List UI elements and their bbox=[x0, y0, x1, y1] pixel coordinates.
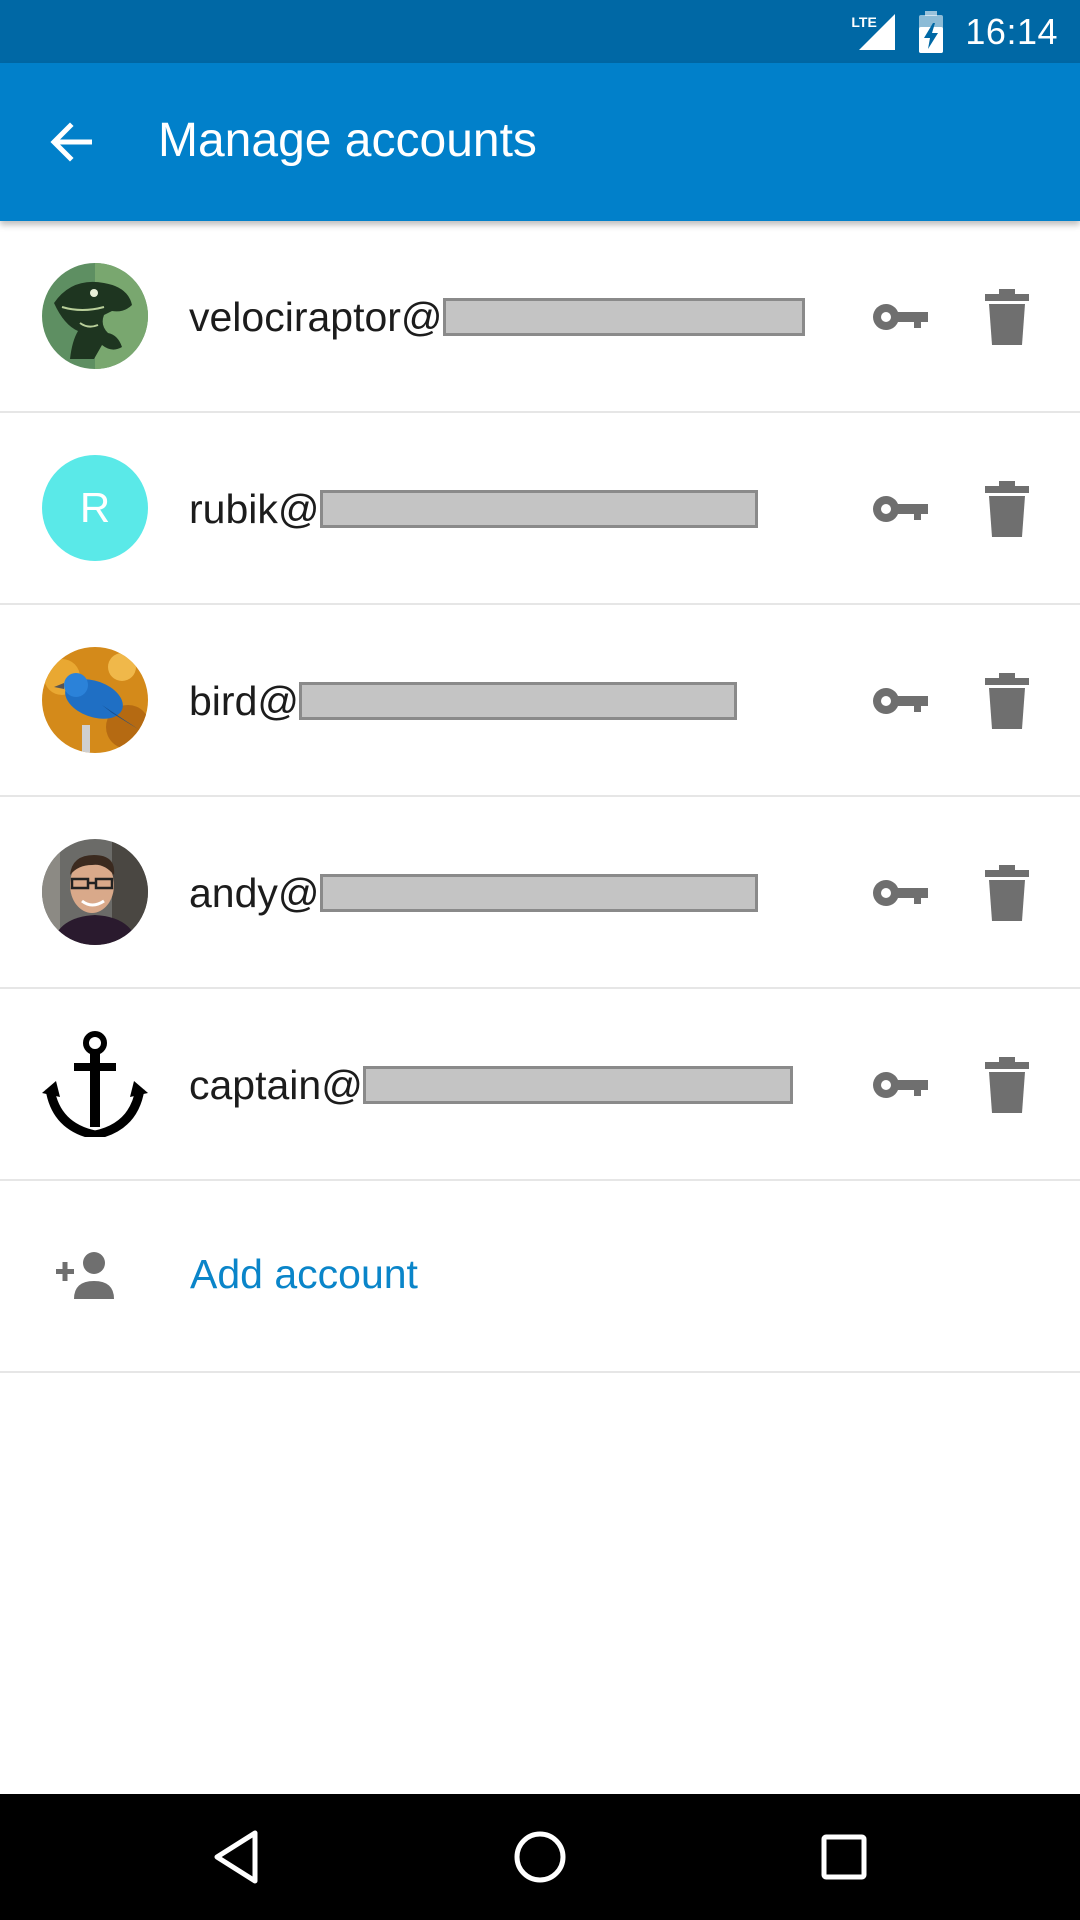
circle-home-icon bbox=[514, 1831, 566, 1883]
redacted-domain bbox=[299, 682, 737, 720]
redacted-domain bbox=[319, 874, 758, 912]
nav-recents-button[interactable] bbox=[809, 1822, 879, 1892]
account-email: rubik@ bbox=[189, 483, 758, 535]
account-email: andy@ bbox=[189, 867, 758, 919]
avatar[interactable] bbox=[42, 263, 148, 369]
email-username: bird@ bbox=[189, 677, 299, 724]
account-row: R rubik@ bbox=[0, 413, 1080, 605]
change-password-button[interactable] bbox=[865, 1055, 935, 1115]
change-password-button[interactable] bbox=[865, 287, 935, 347]
change-password-button[interactable] bbox=[865, 479, 935, 539]
account-row: velociraptor@ bbox=[0, 221, 1080, 413]
trash-icon bbox=[985, 481, 1029, 537]
trash-icon bbox=[985, 289, 1029, 345]
nav-back-button[interactable] bbox=[201, 1822, 271, 1892]
trash-icon bbox=[985, 673, 1029, 729]
bird-image bbox=[42, 647, 148, 753]
account-row: andy@ bbox=[0, 797, 1080, 989]
trash-icon bbox=[985, 1057, 1029, 1113]
avatar[interactable] bbox=[42, 1031, 148, 1137]
delete-account-button[interactable] bbox=[976, 1049, 1038, 1121]
redacted-domain bbox=[319, 490, 758, 528]
delete-account-button[interactable] bbox=[976, 665, 1038, 737]
avatar[interactable]: R bbox=[42, 455, 148, 561]
account-row: captain@ bbox=[0, 989, 1080, 1181]
change-password-button[interactable] bbox=[865, 671, 935, 731]
raptor-image bbox=[42, 263, 148, 369]
navigation-bar bbox=[0, 1794, 1080, 1920]
person-photo bbox=[42, 839, 148, 945]
nav-home-button[interactable] bbox=[505, 1822, 575, 1892]
change-password-button[interactable] bbox=[865, 863, 935, 923]
redacted-domain bbox=[442, 298, 805, 336]
email-username: rubik@ bbox=[189, 485, 320, 532]
email-username: captain@ bbox=[189, 1061, 363, 1108]
redacted-domain bbox=[362, 1066, 793, 1104]
status-icons: LTE 16:14 bbox=[851, 8, 1058, 56]
key-icon bbox=[873, 1072, 928, 1098]
delete-account-button[interactable] bbox=[976, 281, 1038, 353]
key-icon bbox=[873, 304, 928, 330]
account-email: velociraptor@ bbox=[189, 291, 805, 343]
trash-icon bbox=[985, 865, 1029, 921]
key-icon bbox=[873, 880, 928, 906]
person-add-icon bbox=[56, 1252, 114, 1299]
avatar[interactable] bbox=[42, 647, 148, 753]
arrow-back-icon bbox=[50, 122, 92, 162]
status-time: 16:14 bbox=[965, 11, 1058, 52]
battery-charging-icon bbox=[919, 11, 944, 53]
add-account-link[interactable]: Add account bbox=[190, 1251, 418, 1298]
delete-account-button[interactable] bbox=[976, 473, 1038, 545]
lte-signal-icon: LTE bbox=[851, 12, 899, 52]
back-button[interactable] bbox=[34, 105, 108, 179]
status-bar: LTE 16:14 bbox=[0, 0, 1080, 63]
account-email: bird@ bbox=[189, 675, 737, 727]
key-icon bbox=[873, 496, 928, 522]
account-row: bird@ bbox=[0, 605, 1080, 797]
delete-account-button[interactable] bbox=[976, 857, 1038, 929]
app-bar: Manage accounts bbox=[0, 63, 1080, 221]
key-icon bbox=[873, 688, 928, 714]
avatar[interactable] bbox=[42, 839, 148, 945]
avatar-letter: R bbox=[79, 484, 111, 531]
triangle-back-icon bbox=[214, 1830, 258, 1884]
anchor-icon bbox=[42, 1031, 148, 1137]
add-account-row[interactable]: Add account bbox=[0, 1181, 1080, 1373]
email-username: andy@ bbox=[189, 869, 320, 916]
email-username: velociraptor@ bbox=[189, 293, 443, 340]
accounts-list: velociraptor@ R rubik@ bird@ andy@ capta… bbox=[0, 221, 1080, 1373]
page-title: Manage accounts bbox=[158, 114, 537, 167]
square-recents-icon bbox=[821, 1834, 867, 1880]
account-email: captain@ bbox=[189, 1059, 793, 1111]
